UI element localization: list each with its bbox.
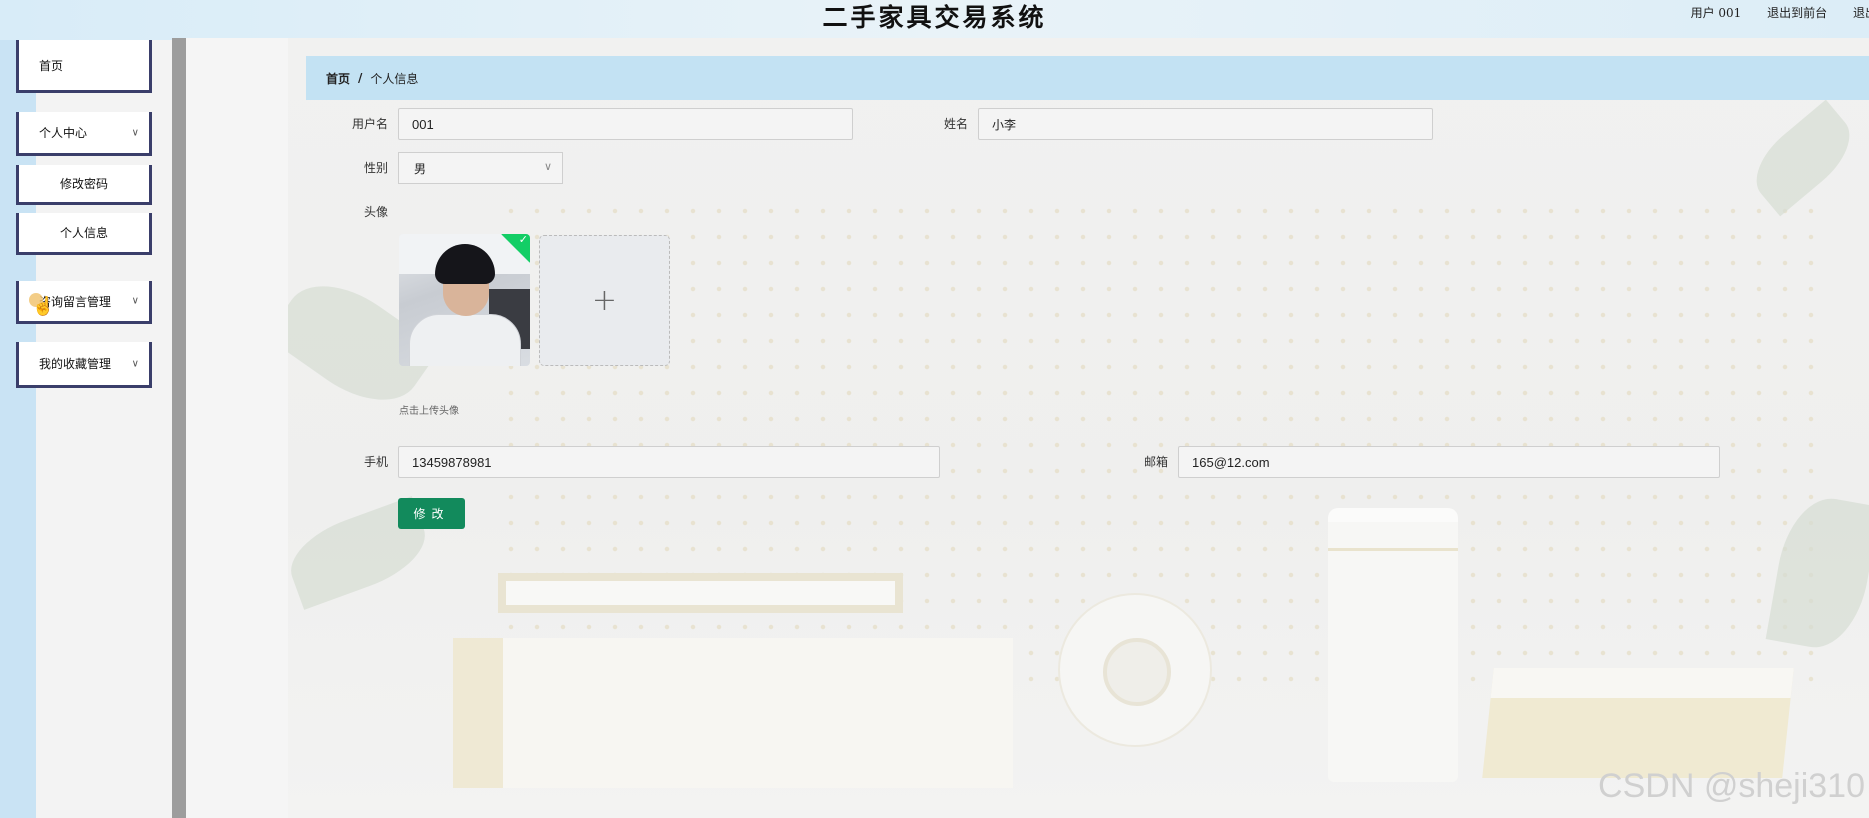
watermark: CSDN @sheji310 (1598, 767, 1865, 805)
top-header: 二手家具交易系统 用户 001 退出到前台 退出登 (0, 0, 1869, 40)
plus-icon: + (591, 283, 618, 318)
site-title: 二手家具交易系统 (822, 3, 1047, 32)
username-label: 用户名 (351, 117, 388, 131)
sidebar-item-label: 修改密码 (59, 177, 108, 191)
sidebar-item-label: 个人中心 (39, 126, 88, 140)
avatar-label: 头像 (363, 205, 388, 219)
name-field[interactable] (978, 108, 1433, 140)
tray-decor (498, 573, 903, 613)
avatar-upload-button[interactable]: + (539, 235, 670, 366)
breadcrumb: 首页 / 个人信息 (306, 56, 1869, 100)
sidebar-item-label: 首页 (39, 58, 64, 73)
left-strip (0, 40, 36, 818)
top-links: 用户 001 退出到前台 退出登 (1669, 4, 1869, 21)
gender-selected-value: 男 (414, 161, 427, 176)
avatar-image[interactable]: ✓ (399, 234, 530, 366)
phone-label: 手机 (363, 455, 388, 469)
avatar-shirt (409, 314, 521, 366)
chevron-down-icon: ∨ (543, 160, 552, 173)
breadcrumb-home[interactable]: 首页 (326, 70, 350, 87)
ring-inner-decor (1103, 638, 1171, 706)
sidebar-item-label: 我的收藏管理 (39, 357, 112, 371)
breadcrumb-current: 个人信息 (370, 71, 419, 86)
gender-select[interactable]: 男 ∨ (398, 152, 563, 184)
main-content: 首页 / 个人信息 用户名 姓名 性别 男 ∨ 头像 (288, 38, 1869, 818)
chevron-down-icon: ∨ (131, 358, 139, 369)
sidebar-item-label: 个人信息 (59, 226, 108, 240)
cylinder-band-decor (1328, 548, 1458, 551)
content-gutter (186, 38, 288, 818)
email-label: 邮箱 (1143, 455, 1168, 469)
logout-link[interactable]: 退出登 (1853, 6, 1869, 20)
chevron-down-icon: ∨ (131, 295, 139, 307)
sidebar-panel (36, 40, 172, 818)
sidebar-item-favorites-management[interactable]: 我的收藏管理 ∨ (16, 342, 152, 388)
block-decor (1482, 668, 1794, 778)
gender-label: 性别 (363, 161, 388, 175)
hand-cursor-icon: ☝ (32, 296, 55, 317)
sidebar-item-personal-info[interactable]: 个人信息 (16, 213, 152, 255)
back-to-front-link[interactable]: 退出到前台 (1767, 6, 1827, 20)
breadcrumb-separator: / (358, 71, 363, 85)
sidebar-item-home[interactable]: 首页 (16, 40, 152, 93)
submit-button[interactable]: 修改 (398, 498, 465, 529)
check-icon: ✓ (518, 234, 528, 246)
username-field[interactable] (398, 108, 853, 140)
sidebar-scrollbar[interactable] (172, 38, 186, 818)
name-label: 姓名 (943, 117, 968, 131)
email-field[interactable] (1178, 446, 1720, 478)
sidebar-item-personal-center[interactable]: 个人中心 ∨ (16, 112, 152, 156)
box-decor (453, 638, 1013, 788)
phone-field[interactable] (398, 446, 940, 478)
current-user-label: 用户 001 (1690, 6, 1742, 20)
chevron-down-icon: ∨ (131, 127, 139, 138)
sidebar-item-change-password[interactable]: 修改密码 (16, 165, 152, 205)
upload-hint: 点击上传头像 (399, 406, 459, 417)
